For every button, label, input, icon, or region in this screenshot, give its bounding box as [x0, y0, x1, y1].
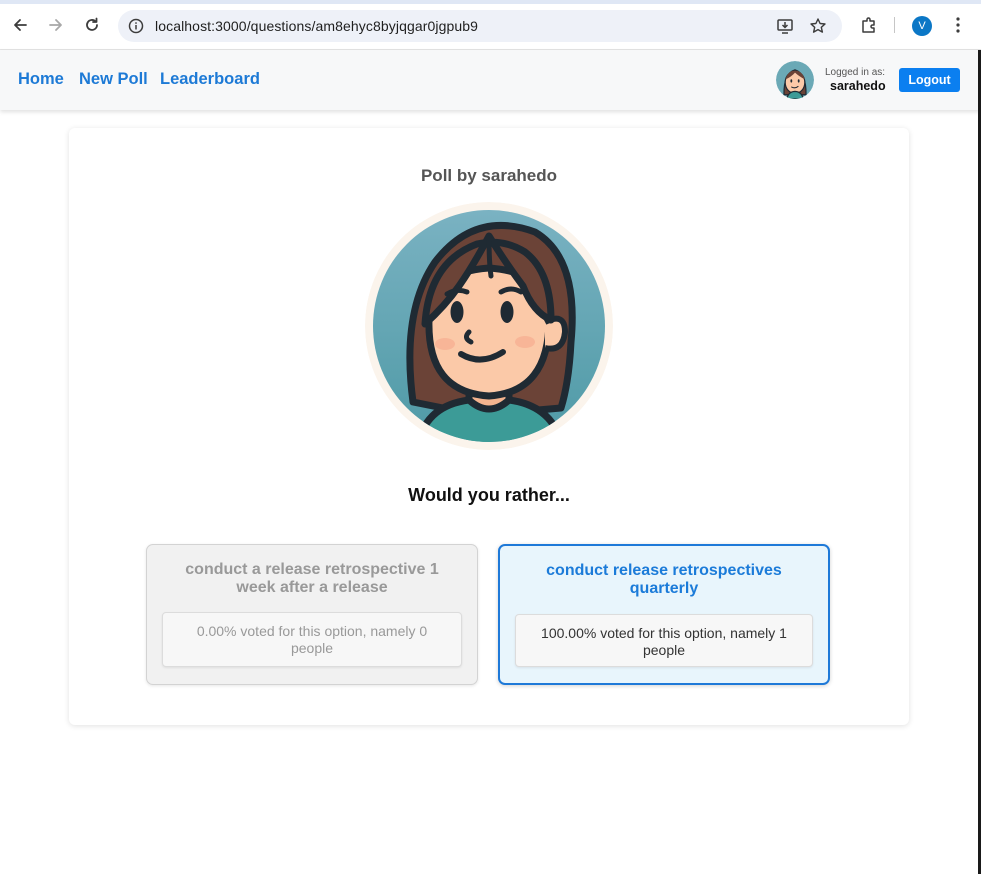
logged-in-username: sarahedo — [830, 79, 886, 93]
poll-question: Would you rather... — [408, 485, 570, 505]
bookmark-star-icon[interactable] — [809, 17, 827, 35]
forward-icon[interactable] — [45, 14, 67, 36]
poll-option-two[interactable]: conduct release retrospectives quarterly… — [498, 544, 830, 685]
option-one-result: 0.00% voted for this option, namely 0 pe… — [162, 612, 462, 667]
profile-avatar[interactable]: V — [912, 16, 932, 36]
url-text[interactable]: localhost:3000/questions/am8ehyc8byjqgar… — [155, 18, 478, 34]
extensions-icon[interactable] — [859, 15, 879, 35]
site-info-icon[interactable] — [128, 18, 144, 34]
back-icon[interactable] — [9, 14, 31, 36]
poll-option-one[interactable]: conduct a release retrospective 1 week a… — [146, 544, 478, 685]
reload-icon[interactable] — [81, 14, 103, 36]
tab-strip-edge — [0, 0, 981, 4]
option-two-text: conduct release retrospectives quarterly — [546, 562, 782, 597]
nav-home-link[interactable]: Home — [18, 70, 64, 89]
user-avatar — [776, 61, 814, 99]
logged-in-label: Logged in as: — [825, 67, 886, 78]
install-app-icon[interactable] — [776, 17, 794, 35]
poll-card: Poll by sarahedo Would you rather... con… — [69, 128, 909, 725]
poll-author-avatar — [365, 202, 613, 450]
option-two-result: 100.00% voted for this option, namely 1 … — [515, 614, 813, 667]
option-one-text: conduct a release retrospective 1 week a… — [185, 561, 439, 596]
logout-button[interactable]: Logout — [899, 68, 960, 92]
nav-leaderboard-link[interactable]: Leaderboard — [160, 70, 260, 89]
nav-new-poll-link[interactable]: New Poll — [79, 70, 148, 89]
browser-toolbar: localhost:3000/questions/am8ehyc8byjqgar… — [0, 0, 981, 50]
app-navbar: Home New Poll Leaderboard Logged in as: … — [0, 50, 981, 110]
address-bar[interactable]: localhost:3000/questions/am8ehyc8byjqgar… — [118, 10, 842, 42]
more-menu-icon[interactable] — [948, 15, 968, 35]
poll-title: Poll by sarahedo — [420, 166, 558, 185]
toolbar-divider — [894, 17, 895, 33]
